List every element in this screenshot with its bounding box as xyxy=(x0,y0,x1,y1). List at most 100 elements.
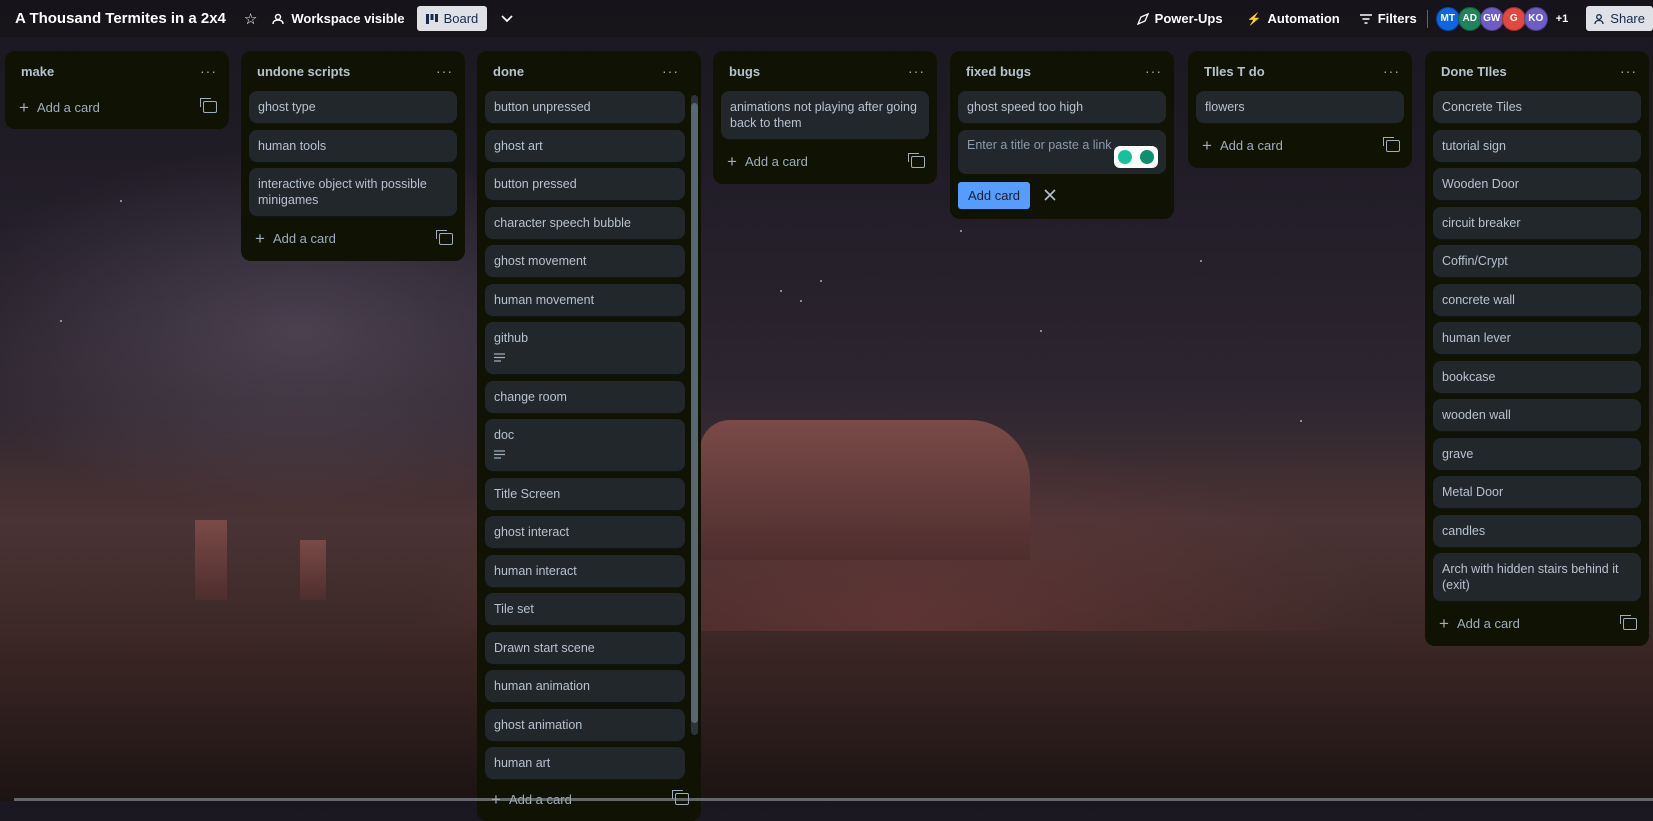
automation-button[interactable]: ⚡ Automation xyxy=(1247,11,1340,26)
more-icon[interactable]: ··· xyxy=(908,63,925,79)
avatar[interactable]: AD xyxy=(1457,6,1482,31)
card[interactable]: ghost type xyxy=(249,91,457,123)
add-card-button[interactable]: + Add a card xyxy=(1196,130,1404,162)
list-title[interactable]: done xyxy=(493,64,524,79)
card[interactable]: ghost art xyxy=(485,129,685,162)
add-card-button[interactable]: + Add a card xyxy=(721,146,929,178)
chevron-down-icon[interactable] xyxy=(501,14,513,23)
card[interactable]: ghost movement xyxy=(485,245,685,277)
list-title[interactable]: make xyxy=(21,64,54,79)
list-header[interactable]: make ··· xyxy=(13,51,221,91)
list-title[interactable]: TIles T do xyxy=(1204,64,1265,79)
card[interactable]: github xyxy=(485,322,685,374)
card[interactable]: circuit breaker xyxy=(1433,206,1641,239)
add-card-button[interactable]: + Add a card xyxy=(13,91,221,123)
list-header[interactable]: fixed bugs ··· xyxy=(958,51,1166,91)
add-card-submit-button[interactable]: Add card xyxy=(958,181,1031,209)
new-card-title-input[interactable]: Enter a title or paste a link xyxy=(958,129,1166,174)
list-title[interactable]: undone scripts xyxy=(257,64,350,79)
card[interactable]: Metal Door xyxy=(1433,476,1641,508)
card-template-icon[interactable] xyxy=(200,98,217,113)
list-done-tiles: Done TIles ··· Concrete Tiles tutorial s… xyxy=(1425,51,1649,646)
more-icon[interactable]: ··· xyxy=(1620,63,1637,79)
card[interactable]: human art xyxy=(485,747,685,779)
grammarly-widget[interactable] xyxy=(1114,145,1158,168)
card[interactable]: animations not playing after going back … xyxy=(721,91,929,139)
card[interactable]: ghost speed too high xyxy=(958,91,1166,123)
card[interactable]: ghost interact xyxy=(485,516,685,548)
card[interactable]: wooden wall xyxy=(1433,399,1641,431)
avatar[interactable]: MT xyxy=(1435,6,1460,31)
avatar[interactable]: GW xyxy=(1479,6,1504,31)
card[interactable]: Wooden Door xyxy=(1433,168,1641,200)
card-template-icon[interactable] xyxy=(436,229,453,245)
view-switcher-button[interactable]: Board xyxy=(416,6,488,31)
card[interactable]: Coffin/Crypt xyxy=(1433,245,1641,277)
list-title[interactable]: bugs xyxy=(729,64,760,79)
card[interactable]: Concrete Tiles xyxy=(1433,91,1641,123)
card[interactable]: human animation xyxy=(485,670,685,702)
card-template-icon[interactable] xyxy=(908,152,925,168)
card[interactable]: interactive object with possible minigam… xyxy=(249,168,457,216)
members-more-count[interactable]: +1 xyxy=(1556,13,1569,25)
more-icon[interactable]: ··· xyxy=(662,63,679,79)
card[interactable]: Title Screen xyxy=(485,477,685,510)
card[interactable]: button pressed xyxy=(485,168,685,200)
list-header[interactable]: done ··· xyxy=(485,51,693,91)
card[interactable]: Tile set xyxy=(485,593,685,625)
card[interactable]: flowers xyxy=(1196,91,1404,123)
view-label: Board xyxy=(443,11,479,26)
card-template-icon[interactable] xyxy=(1620,614,1637,630)
card[interactable]: Drawn start scene xyxy=(485,631,685,664)
add-card-button[interactable]: + Add a card xyxy=(1433,608,1641,640)
list-make: make ··· + Add a card xyxy=(5,51,229,129)
card[interactable]: candles xyxy=(1433,514,1641,547)
close-icon[interactable] xyxy=(1044,189,1056,201)
plus-icon: + xyxy=(727,152,737,171)
list-header[interactable]: Done TIles ··· xyxy=(1433,51,1641,91)
list-header[interactable]: TIles T do ··· xyxy=(1196,51,1404,91)
avatar[interactable]: G xyxy=(1501,6,1526,31)
board-title[interactable]: A Thousand Termites in a 2x4 xyxy=(15,10,226,27)
more-icon[interactable]: ··· xyxy=(200,63,217,79)
card[interactable]: character speech bubble xyxy=(485,206,685,239)
lightbulb-icon xyxy=(1118,149,1132,164)
star-icon[interactable]: ☆ xyxy=(244,10,257,28)
more-icon[interactable]: ··· xyxy=(436,63,453,79)
card[interactable]: tutorial sign xyxy=(1433,129,1641,162)
list-scrollbar[interactable] xyxy=(691,95,698,735)
card[interactable]: human lever xyxy=(1433,322,1641,354)
list-title[interactable]: Done TIles xyxy=(1441,64,1507,79)
list-header[interactable]: bugs ··· xyxy=(721,51,929,91)
filters-label: Filters xyxy=(1377,11,1417,26)
grammarly-icon xyxy=(1140,149,1154,164)
board-header: A Thousand Termites in a 2x4 ☆ Workspace… xyxy=(0,0,1653,37)
card[interactable]: human interact xyxy=(485,554,685,587)
filters-button[interactable]: Filters xyxy=(1359,11,1417,26)
card[interactable]: bookcase xyxy=(1433,360,1641,393)
add-card-button[interactable]: + Add a card xyxy=(249,223,457,255)
card[interactable]: doc xyxy=(485,419,685,471)
list-title[interactable]: fixed bugs xyxy=(966,64,1031,79)
card[interactable]: human movement xyxy=(485,283,685,316)
card[interactable]: concrete wall xyxy=(1433,283,1641,316)
card[interactable]: Arch with hidden stairs behind it (exit) xyxy=(1433,553,1641,601)
visibility-button[interactable]: Workspace visible xyxy=(271,11,405,26)
avatar[interactable]: KO xyxy=(1523,6,1548,31)
card[interactable]: human tools xyxy=(249,129,457,162)
list-header[interactable]: undone scripts ··· xyxy=(249,51,457,91)
more-icon[interactable]: ··· xyxy=(1145,63,1162,79)
scrollbar-thumb[interactable] xyxy=(691,103,698,723)
more-icon[interactable]: ··· xyxy=(1383,63,1400,79)
lightning-icon: ⚡ xyxy=(1246,11,1262,26)
share-label: Share xyxy=(1610,11,1645,26)
card[interactable]: button unpressed xyxy=(485,91,685,123)
card-template-icon[interactable] xyxy=(1383,136,1400,152)
card[interactable]: grave xyxy=(1433,437,1641,470)
powerups-button[interactable]: Power-Ups xyxy=(1136,11,1223,26)
share-button[interactable]: Share xyxy=(1586,6,1653,31)
card[interactable]: ghost animation xyxy=(485,708,685,741)
add-card-label: Add a card xyxy=(1219,138,1283,153)
card[interactable]: change room xyxy=(485,380,685,413)
member-avatars: MT AD GW G KO +1 xyxy=(1435,6,1569,31)
